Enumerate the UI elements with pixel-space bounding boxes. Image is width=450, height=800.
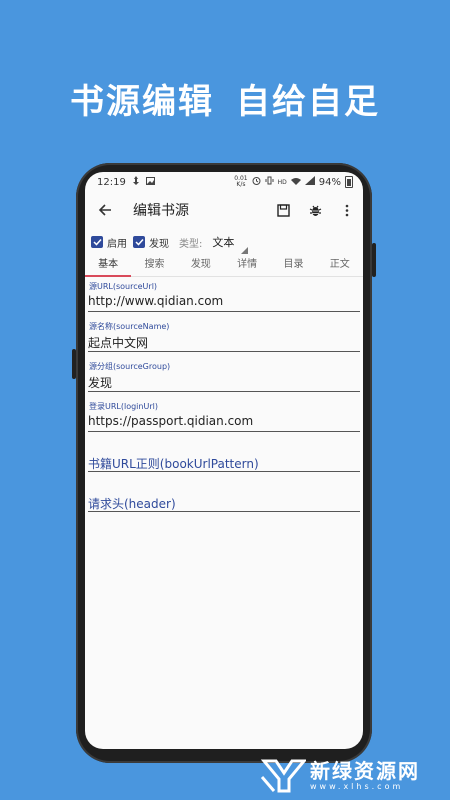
wifi-icon <box>290 177 301 188</box>
field-value: 发现 <box>88 376 113 390</box>
field-label: 登录URL(loginUrl) <box>89 402 158 411</box>
back-button[interactable] <box>85 192 125 228</box>
tab-content[interactable]: 正文 <box>317 256 363 276</box>
battery-icon <box>345 176 353 188</box>
watermark-sub: www.xlhs.com <box>310 781 404 791</box>
headline-part2: 自给自足 <box>236 82 380 122</box>
field-hint: 请求头(header) <box>88 497 176 511</box>
image-icon <box>145 176 155 188</box>
tab-bar: 基本 搜索 发现 详情 目录 正文 <box>85 256 363 277</box>
options-row: 启用 发现 类型: 文本 <box>85 228 363 256</box>
battery-percent: 94% <box>318 176 341 188</box>
field-value: https://passport.qidian.com <box>88 414 254 428</box>
source-group-field[interactable]: 源分组(sourceGroup) 发现 <box>88 358 360 398</box>
tab-discover[interactable]: 发现 <box>178 256 224 276</box>
login-url-field[interactable]: 登录URL(loginUrl) https://passport.qidian.… <box>88 398 360 438</box>
field-label: 源分组(sourceGroup) <box>89 362 171 371</box>
save-button[interactable] <box>267 192 299 228</box>
debug-button[interactable] <box>299 192 331 228</box>
field-value: 起点中文网 <box>88 336 149 350</box>
arrow-left-icon <box>98 204 111 216</box>
signal-icon <box>304 176 315 188</box>
discover-checkbox[interactable]: 发现 <box>133 235 169 250</box>
tab-search[interactable]: 搜索 <box>131 256 177 276</box>
enable-label: 启用 <box>107 238 127 250</box>
field-label: 源名称(sourceName) <box>89 322 170 331</box>
field-value: http://www.qidian.com <box>88 294 224 308</box>
field-label: 源URL(sourceUrl) <box>89 282 158 291</box>
header-field[interactable]: 请求头(header) <box>88 478 360 518</box>
tab-detail[interactable]: 详情 <box>224 256 270 276</box>
tab-toc[interactable]: 目录 <box>270 256 316 276</box>
book-url-pattern-field[interactable]: 书籍URL正则(bookUrlPattern) <box>88 438 360 478</box>
type-select[interactable]: 文本 <box>212 234 249 254</box>
dropdown-triangle-icon <box>241 247 249 254</box>
alarm-icon <box>252 176 261 188</box>
toolbar: 编辑书源 <box>85 192 363 228</box>
more-vert-icon <box>345 204 349 216</box>
more-button[interactable] <box>331 192 363 228</box>
discover-label: 发现 <box>149 238 169 250</box>
headline: 书源编辑 自给自足 <box>0 74 450 123</box>
type-value: 文本 <box>212 236 235 249</box>
net-speed: 0.01 K/s <box>234 175 248 188</box>
app-screen: 12:19 0.01 K/s HD 94% 编辑书源 启用 发现 类型: 文本 … <box>85 172 363 749</box>
status-time: 12:19 <box>97 176 126 188</box>
hd-badge: HD <box>277 178 287 186</box>
save-icon <box>276 203 290 217</box>
source-form: 源URL(sourceUrl) http://www.qidian.com 源名… <box>88 278 360 518</box>
bug-icon <box>309 205 321 216</box>
notification-icon <box>132 176 140 188</box>
watermark-main: 新绿资源网 <box>310 758 420 783</box>
source-url-field[interactable]: 源URL(sourceUrl) http://www.qidian.com <box>88 278 360 318</box>
watermark-logo <box>260 759 306 792</box>
headline-part1: 书源编辑 <box>70 82 214 122</box>
watermark: 新绿资源网 www.xlhs.com <box>260 751 450 800</box>
vibrate-icon <box>265 176 274 188</box>
source-name-field[interactable]: 源名称(sourceName) 起点中文网 <box>88 318 360 358</box>
checkbox-checked-icon <box>91 236 103 248</box>
status-bar: 12:19 0.01 K/s HD 94% <box>85 172 363 192</box>
page-title: 编辑书源 <box>133 203 189 219</box>
checkbox-checked-icon <box>133 236 145 248</box>
type-label: 类型: <box>179 238 203 250</box>
enable-checkbox[interactable]: 启用 <box>91 235 127 250</box>
field-hint: 书籍URL正则(bookUrlPattern) <box>88 457 259 471</box>
tab-basic[interactable]: 基本 <box>85 256 132 277</box>
